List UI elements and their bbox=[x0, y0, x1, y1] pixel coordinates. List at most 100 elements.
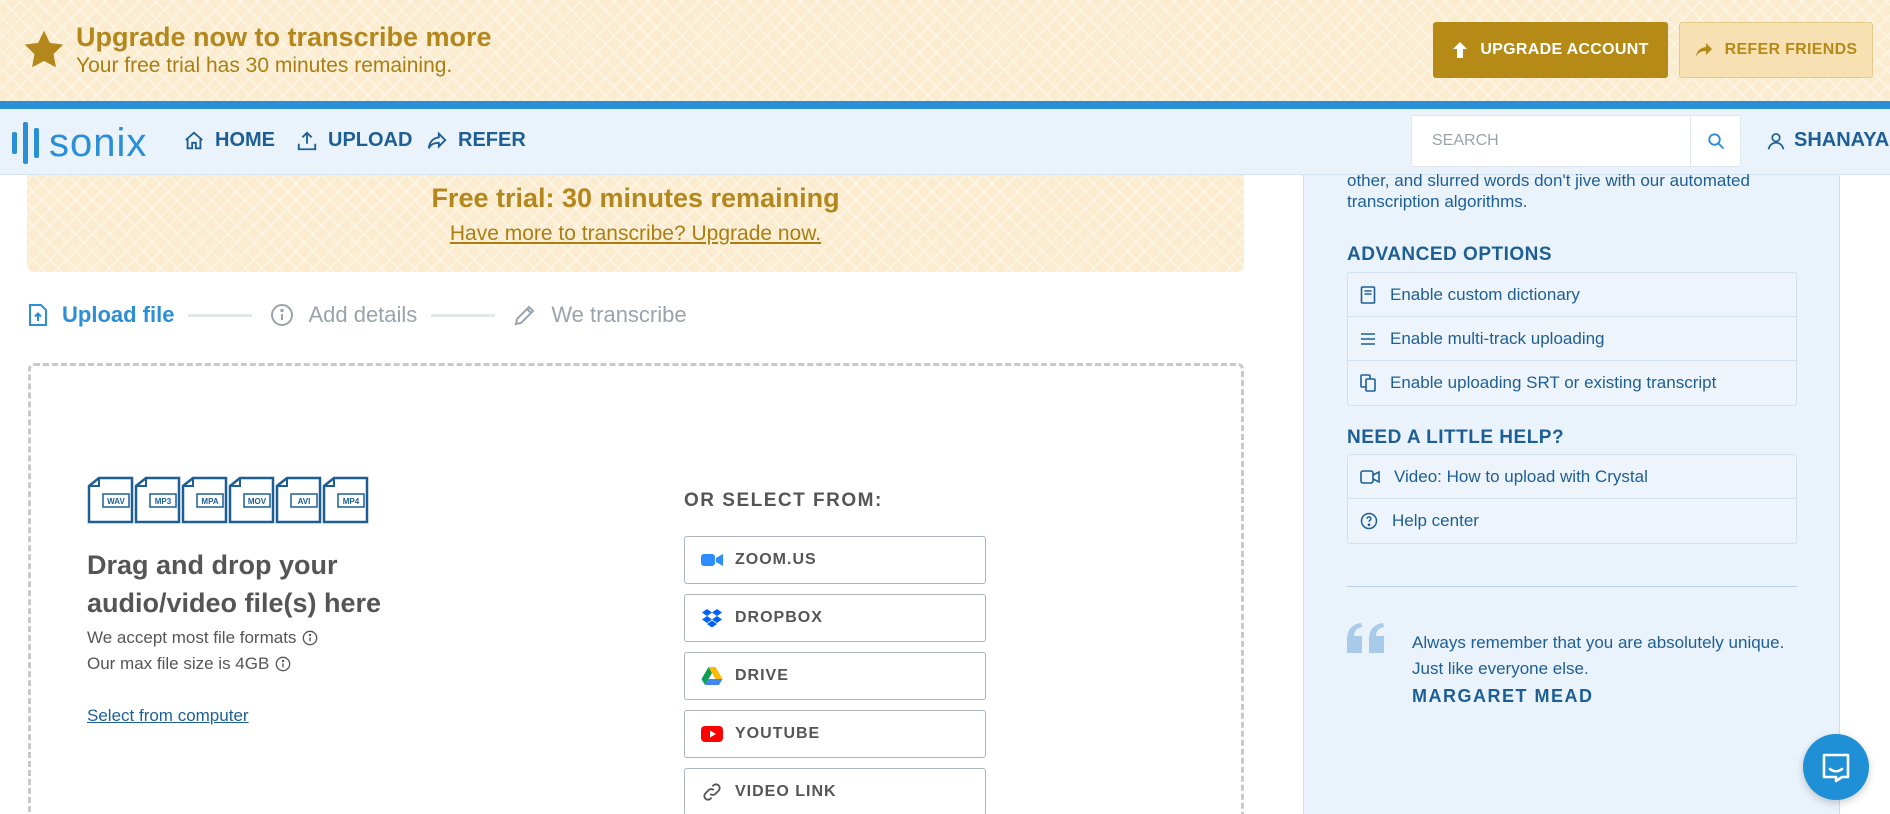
select-from-computer-link[interactable]: Select from computer bbox=[87, 706, 249, 726]
info-icon[interactable] bbox=[275, 656, 291, 672]
svg-text:MPA: MPA bbox=[201, 497, 218, 506]
star-icon bbox=[24, 30, 64, 68]
help-center-link[interactable]: Help center bbox=[1348, 499, 1796, 543]
formats-note-text: We accept most file formats bbox=[87, 628, 297, 647]
file-icon-mpa: MPA bbox=[181, 476, 228, 524]
free-trial-notice: Free trial: 30 minutes remaining Have mo… bbox=[27, 175, 1244, 272]
logo-wordmark: sonix bbox=[49, 120, 148, 165]
step-connector bbox=[188, 313, 253, 317]
zoom-button[interactable]: ZOOM.US bbox=[684, 536, 986, 584]
chat-icon bbox=[1822, 753, 1850, 783]
file-dropzone[interactable]: WAV MP3 MPA MOV AVI MP4 Drag and drop your au… bbox=[28, 363, 1244, 814]
free-trial-title: Free trial: 30 minutes remaining bbox=[431, 183, 840, 213]
search-box bbox=[1411, 115, 1741, 167]
step-we-transcribe: We transcribe bbox=[513, 302, 687, 328]
search-icon bbox=[1708, 133, 1725, 150]
search-input[interactable] bbox=[1412, 116, 1690, 166]
upgrade-account-label: UPGRADE ACCOUNT bbox=[1480, 41, 1649, 58]
svg-text:MP3: MP3 bbox=[155, 497, 172, 506]
youtube-button[interactable]: YOUTUBE bbox=[684, 710, 986, 758]
step-upload-file: Upload file bbox=[28, 302, 174, 328]
upload-steps: Upload file Add details We transcribe bbox=[28, 297, 687, 333]
sonix-logo[interactable]: sonix bbox=[12, 121, 147, 165]
sidebar: other, and slurred words don't jive with… bbox=[1303, 171, 1840, 814]
video-how-to-upload-label: Video: How to upload with Crystal bbox=[1394, 466, 1648, 486]
enable-srt-upload-label: Enable uploading SRT or existing transcr… bbox=[1390, 373, 1717, 392]
question-icon bbox=[1360, 512, 1378, 530]
arrow-up-icon bbox=[1453, 42, 1468, 58]
refer-friends-label: REFER FRIENDS bbox=[1724, 41, 1858, 58]
sidebar-intro-text: other, and slurred words don't jive with… bbox=[1347, 171, 1750, 211]
list-icon bbox=[1361, 332, 1375, 345]
upgrade-now-link[interactable]: Have more to transcribe? Upgrade now. bbox=[450, 222, 821, 246]
step-add-details-label: Add details bbox=[308, 302, 418, 327]
dropzone-title: Drag and drop your audio/video file(s) h… bbox=[87, 550, 382, 618]
youtube-label: YOUTUBE bbox=[735, 725, 821, 742]
upload-icon bbox=[297, 130, 317, 150]
book-icon bbox=[1360, 285, 1376, 304]
enable-srt-upload-option[interactable]: Enable uploading SRT or existing transcr… bbox=[1348, 361, 1796, 405]
home-icon bbox=[185, 131, 203, 149]
dropbox-icon bbox=[702, 609, 722, 628]
quote-icon bbox=[1347, 623, 1384, 653]
copy-icon bbox=[1360, 374, 1376, 392]
dropbox-label: DROPBOX bbox=[735, 609, 823, 626]
nav-upload[interactable]: UPLOAD bbox=[296, 129, 412, 152]
pencil-icon bbox=[515, 305, 535, 326]
file-icon-avi: AVI bbox=[275, 476, 322, 524]
svg-text:WAV: WAV bbox=[107, 497, 125, 506]
step-we-transcribe-label: We transcribe bbox=[551, 302, 687, 327]
step-add-details: Add details bbox=[270, 302, 417, 328]
step-connector bbox=[431, 313, 496, 317]
video-link-button[interactable]: VIDEO LINK bbox=[684, 768, 986, 814]
help-heading: NEED A LITTLE HELP? bbox=[1347, 427, 1565, 448]
enable-multi-track-option[interactable]: Enable multi-track uploading bbox=[1348, 317, 1796, 361]
nav-home[interactable]: HOME bbox=[183, 129, 275, 152]
share-icon bbox=[427, 130, 447, 149]
link-icon bbox=[703, 783, 721, 801]
user-menu[interactable]: SHANAYA bbox=[1766, 129, 1889, 152]
enable-custom-dictionary-option[interactable]: Enable custom dictionary bbox=[1348, 273, 1796, 317]
drive-button[interactable]: DRIVE bbox=[684, 652, 986, 700]
video-how-to-upload-link[interactable]: Video: How to upload with Crystal bbox=[1348, 455, 1796, 499]
sidebar-divider bbox=[1347, 586, 1797, 587]
drive-label: DRIVE bbox=[735, 667, 789, 684]
info-icon[interactable] bbox=[302, 630, 318, 646]
step-upload-file-label: Upload file bbox=[62, 302, 175, 327]
file-icon-mp3: MP3 bbox=[134, 476, 181, 524]
nav-refer-label: REFER bbox=[458, 129, 526, 151]
zoom-icon bbox=[701, 554, 723, 566]
user-name: SHANAYA bbox=[1794, 129, 1890, 151]
banner-subtitle: Your free trial has 30 minutes remaining… bbox=[76, 54, 453, 77]
quote-text: Always remember that you are absolutely … bbox=[1412, 633, 1785, 678]
enable-custom-dictionary-label: Enable custom dictionary bbox=[1390, 284, 1580, 304]
select-from-label: OR SELECT FROM: bbox=[684, 490, 883, 511]
file-type-icons: WAV MP3 MPA MOV AVI MP4 bbox=[87, 476, 369, 524]
enable-multi-track-label: Enable multi-track uploading bbox=[1390, 328, 1605, 348]
file-icon-mp4: MP4 bbox=[322, 476, 369, 524]
file-icon-wav: WAV bbox=[87, 476, 134, 524]
help-list: Video: How to upload with Crystal Help c… bbox=[1347, 454, 1797, 544]
refer-friends-button[interactable]: REFER FRIENDS bbox=[1679, 22, 1873, 78]
user-icon bbox=[1767, 132, 1785, 150]
help-center-label: Help center bbox=[1392, 511, 1479, 530]
advanced-options-heading: ADVANCED OPTIONS bbox=[1347, 244, 1553, 265]
zoom-label: ZOOM.US bbox=[735, 551, 817, 568]
navbar: sonix HOME UPLOAD REFER SHANAYA bbox=[0, 109, 1890, 175]
youtube-icon bbox=[701, 726, 723, 742]
share-arrow-icon bbox=[1695, 43, 1712, 57]
svg-text:AVI: AVI bbox=[298, 497, 311, 506]
dropbox-button[interactable]: DROPBOX bbox=[684, 594, 986, 642]
video-camera-icon bbox=[1360, 469, 1380, 484]
chat-launcher-button[interactable] bbox=[1803, 734, 1869, 800]
logo-bars-icon bbox=[12, 122, 39, 164]
nav-refer[interactable]: REFER bbox=[426, 129, 526, 152]
quote-author: MARGARET MEAD bbox=[1412, 686, 1594, 706]
info-icon bbox=[271, 304, 294, 326]
svg-text:MOV: MOV bbox=[248, 497, 267, 506]
search-button[interactable] bbox=[1691, 116, 1741, 166]
nav-upload-label: UPLOAD bbox=[328, 129, 413, 151]
advanced-options-list: Enable custom dictionary Enable multi-tr… bbox=[1347, 272, 1797, 406]
upgrade-account-button[interactable]: UPGRADE ACCOUNT bbox=[1433, 22, 1668, 78]
video-link-label: VIDEO LINK bbox=[735, 783, 837, 800]
